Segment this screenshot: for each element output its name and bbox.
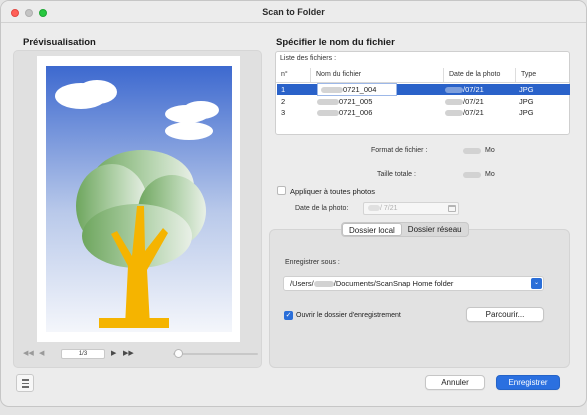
table-row[interactable]: 1 0721_004 /07/21 JPG bbox=[277, 83, 570, 96]
photo-date: /07/21 bbox=[445, 107, 484, 118]
apply-all-label: Appliquer à toutes photos bbox=[290, 187, 376, 196]
total-size-unit: Mo bbox=[485, 171, 495, 178]
preview-title: Prévisualisation bbox=[23, 37, 96, 48]
file-type: JPG bbox=[519, 85, 534, 94]
save-button[interactable]: Enregistrer bbox=[496, 375, 560, 390]
zoom-slider-track[interactable] bbox=[173, 353, 258, 355]
save-folder-select[interactable]: /Users/ /Documents/ScanSnap Home folder ⌄ bbox=[283, 276, 544, 291]
path-suffix: /Documents/ScanSnap Home folder bbox=[333, 279, 454, 288]
file-type: JPG bbox=[519, 97, 534, 106]
total-size-label: Taille totale : bbox=[377, 171, 416, 178]
last-page-icon[interactable]: ▶▶ bbox=[123, 349, 134, 359]
title-bar: Scan to Folder bbox=[1, 1, 586, 23]
sidebar-toggle-button[interactable] bbox=[16, 374, 34, 392]
table-row[interactable]: 3 0721_006 /07/21 JPG bbox=[277, 107, 570, 118]
page-navigator: ◀◀ ◀ 1/3 ▶ ▶▶ bbox=[23, 349, 258, 359]
page-indicator-field[interactable]: 1/3 bbox=[61, 349, 105, 359]
file-type: JPG bbox=[519, 108, 534, 117]
photo-date: /07/21 bbox=[445, 84, 484, 95]
column-header-number[interactable]: n° bbox=[276, 68, 311, 82]
chevron-down-icon[interactable]: ⌄ bbox=[531, 278, 542, 289]
file-name: 0721_005 bbox=[317, 96, 372, 107]
row-number: 3 bbox=[281, 108, 286, 117]
file-format-unit: Mo bbox=[485, 147, 495, 154]
window-title: Scan to Folder bbox=[262, 7, 325, 17]
row-number: 1 bbox=[281, 85, 286, 94]
browse-button[interactable]: Parcourir... bbox=[466, 307, 544, 322]
column-header-type[interactable]: Type bbox=[516, 68, 570, 82]
list-icon bbox=[22, 379, 29, 381]
photo-date-field[interactable]: / 7/21 bbox=[363, 202, 459, 215]
file-format-label: Format de fichier : bbox=[371, 147, 428, 154]
photo-date: /07/21 bbox=[445, 96, 484, 107]
tab-local-folder[interactable]: Dossier local bbox=[342, 223, 402, 236]
preview-page bbox=[37, 56, 240, 342]
file-list: Liste des fichiers : n° Nom du fichier D… bbox=[275, 51, 570, 135]
file-spec-title: Spécifier le nom du fichier bbox=[276, 37, 395, 48]
calendar-icon[interactable] bbox=[448, 205, 456, 212]
preview-panel: ◀◀ ◀ 1/3 ▶ ▶▶ bbox=[13, 50, 262, 368]
row-number: 2 bbox=[281, 97, 286, 106]
scan-to-folder-window: Scan to Folder Prévisualisation ◀◀ ◀ 1/3… bbox=[0, 0, 587, 407]
table-row[interactable]: 2 0721_005 /07/21 JPG bbox=[277, 96, 570, 107]
save-location-tabs: Dossier local Dossier réseau bbox=[341, 222, 469, 237]
open-folder-label: Ouvrir le dossier d'enregistrement bbox=[296, 312, 401, 319]
photo-date-label: Date de la photo: bbox=[295, 205, 349, 212]
apply-all-checkbox[interactable] bbox=[277, 186, 286, 195]
column-header-date[interactable]: Date de la photo bbox=[444, 68, 516, 82]
preview-image bbox=[46, 66, 232, 332]
tab-network-folder[interactable]: Dossier réseau bbox=[402, 223, 468, 236]
cancel-button[interactable]: Annuler bbox=[425, 375, 485, 390]
total-size-value-redacted bbox=[463, 172, 481, 178]
save-under-label: Enregistrer sous : bbox=[285, 259, 340, 266]
file-name: 0721_006 bbox=[317, 107, 372, 118]
photo-date-value: / 7/21 bbox=[380, 205, 398, 212]
file-name-edit-field[interactable]: 0721_004 bbox=[317, 83, 397, 96]
file-format-value-redacted bbox=[463, 148, 481, 154]
file-name: 0721_004 bbox=[343, 85, 377, 94]
zoom-slider-knob[interactable] bbox=[174, 349, 183, 358]
path-prefix: /Users/ bbox=[290, 279, 314, 288]
next-page-icon[interactable]: ▶ bbox=[111, 349, 116, 359]
open-folder-checkbox[interactable]: ✓ bbox=[284, 311, 293, 320]
file-list-label: Liste des fichiers : bbox=[280, 55, 337, 62]
previous-page-icon[interactable]: ◀ bbox=[39, 349, 44, 359]
save-location-panel bbox=[269, 229, 570, 368]
first-page-icon[interactable]: ◀◀ bbox=[23, 349, 34, 359]
column-header-name[interactable]: Nom du fichier bbox=[311, 68, 444, 82]
